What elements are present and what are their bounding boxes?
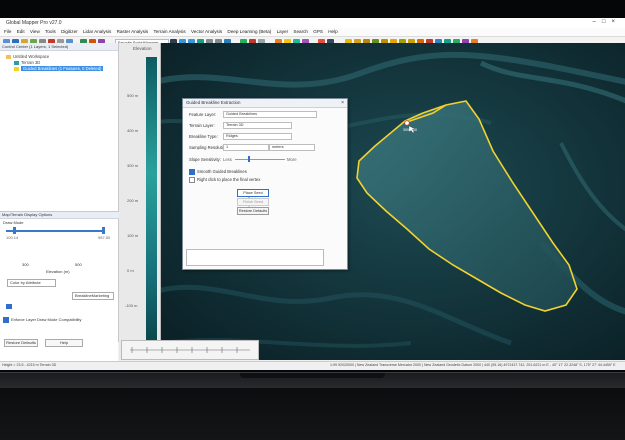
menu-layer[interactable]: Layer	[277, 29, 289, 34]
checkbox-checked-icon	[189, 169, 195, 175]
dialog-title: Guided Breakline Extraction	[183, 99, 347, 108]
elevation-range-slider[interactable]	[6, 230, 102, 232]
menu-search[interactable]: Search	[293, 29, 308, 34]
breakline-type-label: Breakline Type:	[189, 134, 218, 139]
window-controls[interactable]: –□×	[593, 19, 621, 25]
layer-guided-breaklines[interactable]: Guided Breaklines (1 Features, 0 Deleted…	[14, 66, 104, 71]
elevation-title: Elevation	[133, 46, 152, 51]
menu-gps[interactable]: GPS	[313, 29, 323, 34]
status-right: 1:99 92020000 | New Zealand Transverse M…	[330, 363, 616, 367]
rightclick-label: Right click to place the final vertex	[197, 177, 261, 183]
smooth-checkbox[interactable]: Smooth Guided Breaklines	[189, 169, 247, 175]
range-max-value: 987.50	[98, 235, 111, 240]
checkbox-empty-icon	[189, 177, 195, 183]
laptop-scene: { "app": { "title": "Global Mapper Pro v…	[0, 0, 625, 440]
slope-more-label: More	[287, 157, 297, 162]
title-bar: Global Mapper Pro v27.0 –□×	[0, 18, 625, 28]
help-button[interactable]: Help	[45, 339, 83, 347]
menu-edit[interactable]: Edit	[17, 29, 25, 34]
feature-layer-label: Feature Layer:	[189, 112, 217, 117]
elev-tick-1: 400 m	[127, 128, 139, 133]
dialog-log-area	[186, 249, 324, 266]
layer-terrain[interactable]: Terrain 3D	[14, 60, 40, 65]
menu-vector[interactable]: Vector Analysis	[191, 29, 222, 34]
draw-options-header: Map/Terrain Display Options	[0, 212, 120, 219]
app-title: Global Mapper Pro v27.0	[6, 20, 62, 26]
guided-breakline-dialog: Guided Breakline Extraction × Feature La…	[182, 98, 348, 270]
rightclick-checkbox[interactable]: Right click to place the final vertex	[189, 177, 260, 183]
close-icon[interactable]: ×	[341, 100, 344, 106]
profile-ruler	[121, 340, 259, 360]
terrain-layer-label: Terrain Layer:	[189, 123, 215, 128]
enforce-mode-checkbox[interactable]: Enforce Layer Draw Mode Compatibility	[3, 317, 81, 323]
menu-tools[interactable]: Tools	[45, 29, 56, 34]
elevation-gradient	[146, 57, 157, 347]
workspace-label: Untitled Workspace	[13, 54, 50, 59]
menu-bar: File Edit View Tools Digitizer Lidar Ana…	[0, 28, 625, 37]
laptop-hinge	[240, 373, 385, 378]
desk-shadow	[0, 388, 625, 440]
shader-select[interactable]: BreaklineMarketing	[72, 292, 114, 300]
terrain-layer-select[interactable]: Terrain 3D	[223, 122, 292, 129]
finish-seed-points-button[interactable]: Finish Seed Points	[237, 198, 269, 210]
elevation-legend: Elevation 500 m 400 m 300 m 200 m 100 m …	[119, 43, 161, 360]
app-window: Global Mapper Pro v27.0 –□× File Edit Vi…	[0, 18, 625, 370]
control-center-header: Control Center (1 Layers, 1 Selected)	[0, 43, 118, 51]
smooth-label: Smooth Guided Breaklines	[197, 169, 247, 175]
range-min-value: 100.14	[6, 235, 19, 240]
elev-tick-3: 200 m	[127, 198, 139, 203]
ruler-svg	[130, 347, 250, 353]
menu-deep-learning[interactable]: Deep Learning (Beta)	[227, 29, 271, 34]
slope-slider-handle[interactable]	[248, 156, 250, 162]
draw-mode-label: Draw Mode	[3, 220, 24, 225]
sampling-resolution-input[interactable]: 1	[223, 144, 269, 151]
tick-300: 300	[22, 262, 29, 267]
place-seed-points-button[interactable]: Place Seed Points	[237, 189, 269, 201]
laptop-base	[0, 372, 625, 389]
menu-help[interactable]: Help	[328, 29, 337, 34]
menu-digitizer[interactable]: Digitizer	[61, 29, 78, 34]
status-left: Height = 23.5 - 4215 m Terrain 3D	[2, 363, 57, 367]
sampling-unit-select[interactable]: meters	[269, 144, 315, 151]
menu-view[interactable]: View	[30, 29, 40, 34]
layer-terrain-label: Terrain 3D	[21, 60, 41, 65]
raster-layer-icon	[14, 60, 19, 65]
elev-tick-5: 0 m	[127, 268, 134, 273]
workspace-node[interactable]: Untitled Workspace	[6, 54, 49, 59]
draw-options-panel: Map/Terrain Display Options Draw Mode 10…	[0, 211, 120, 361]
restore-defaults-button[interactable]: Restore Defaults	[4, 339, 38, 347]
elev-tick-4: 100 m	[127, 233, 139, 238]
layer-selected-label: Guided Breaklines (1 Features, 0 Deleted…	[21, 66, 104, 71]
restore-defaults-dialog-button[interactable]: Restore Defaults	[237, 207, 269, 215]
status-bar: Height = 23.5 - 4215 m Terrain 3D 1:99 9…	[0, 361, 625, 369]
elev-tick-0: 500 m	[127, 93, 139, 98]
cursor-label: 3000000	[403, 128, 417, 132]
tick-500: 500	[75, 262, 82, 267]
menu-raster[interactable]: Raster Analysis	[117, 29, 149, 34]
vector-layer-icon	[14, 66, 19, 71]
slider-min-handle[interactable]	[13, 227, 16, 234]
menu-terrain[interactable]: Terrain Analysis	[154, 29, 186, 34]
color-swatch	[6, 304, 12, 309]
slope-less-label: Less	[223, 157, 232, 162]
feature-layer-select[interactable]: Guided Breaklines	[223, 111, 317, 118]
slope-slider-track[interactable]	[235, 159, 285, 160]
slider-max-handle[interactable]	[102, 227, 105, 234]
menu-lidar[interactable]: Lidar Analysis	[83, 29, 111, 34]
elev-tick-6: -100 m	[125, 303, 138, 308]
checkbox-icon	[3, 317, 9, 323]
layer-tree: Untitled Workspace Terrain 3D Guided Bre…	[0, 51, 118, 211]
elevation-axis-label: Elevation (m)	[46, 269, 70, 274]
enforce-mode-label: Enforce Layer Draw Mode Compatibility	[11, 317, 82, 323]
color-by-select[interactable]: Color by Attribute	[7, 279, 56, 287]
breakline-type-select[interactable]: Ridges	[223, 133, 292, 140]
folder-icon	[6, 54, 11, 59]
elev-tick-2: 300 m	[127, 163, 139, 168]
slope-sensitivity-label: Slope Sensitivity:	[189, 157, 221, 162]
menu-file[interactable]: File	[4, 29, 11, 34]
